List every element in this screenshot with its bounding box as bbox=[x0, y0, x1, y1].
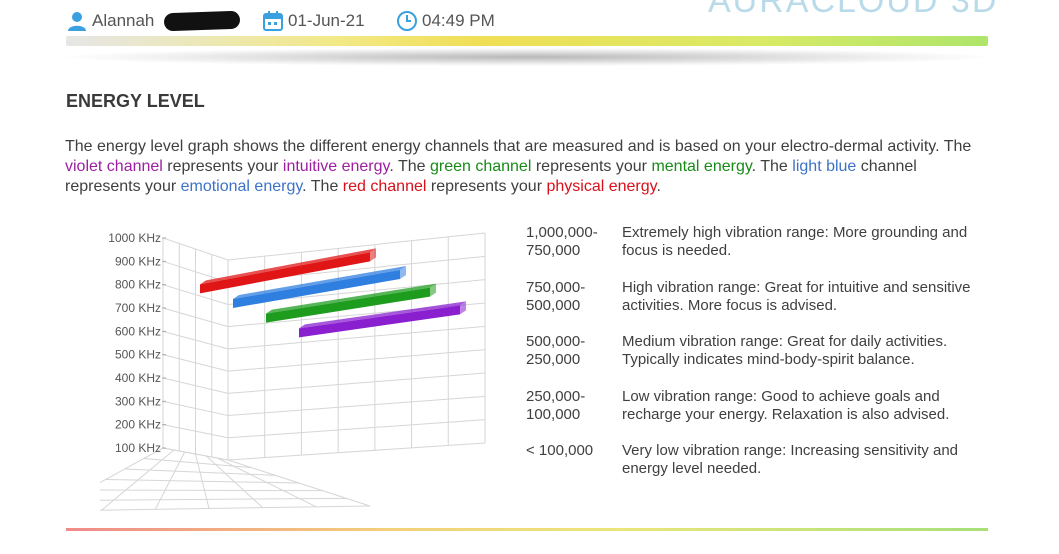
desc-text: represents your bbox=[162, 158, 283, 175]
energy-level-chart: 100 KHz 200 KHz 300 KHz 400 KHz 500 KHz 600 K… bbox=[100, 231, 486, 511]
y-tick-label: 900 KHz bbox=[115, 254, 161, 268]
y-tick-label: 800 KHz bbox=[115, 278, 161, 292]
grid-line bbox=[100, 497, 347, 501]
footer-divider bbox=[66, 528, 988, 531]
range-description: Low vibration range: Good to achieve goa… bbox=[622, 387, 950, 423]
range-description: Extremely high vibration range: More gro… bbox=[622, 224, 968, 259]
y-tick-label: 300 KHz bbox=[115, 394, 161, 408]
desc-mental-energy: mental energy bbox=[651, 158, 752, 175]
calendar-icon bbox=[263, 11, 283, 31]
header-divider bbox=[66, 36, 988, 46]
desc-violet-channel: violet channel bbox=[65, 158, 163, 175]
time-info: 04:49 PM bbox=[396, 10, 495, 32]
y-tick-label: 600 KHz bbox=[115, 324, 161, 338]
y-tick-label: 100 KHz bbox=[115, 441, 161, 455]
range-row: < 100,000 Very low vibration range: Incr… bbox=[526, 442, 996, 497]
section-description: The energy level graph shows the differe… bbox=[65, 137, 995, 197]
desc-light-blue: light blue bbox=[792, 158, 857, 175]
range-row: 1,000,000- 750,000 Extremely high vibrat… bbox=[526, 224, 996, 279]
desc-text: represents your bbox=[426, 178, 547, 195]
vibration-range-list: 1,000,000- 750,000 Extremely high vibrat… bbox=[526, 224, 996, 497]
header-shadow bbox=[66, 48, 988, 66]
range-row: 250,000- 100,000 Low vibration range: Go… bbox=[526, 388, 996, 443]
redacted-surname bbox=[164, 10, 241, 32]
user-icon bbox=[68, 12, 86, 31]
y-tick-label: 1000 KHz bbox=[108, 231, 161, 245]
desc-intuitive-energy: intuitive energy bbox=[282, 158, 390, 175]
range-value: 750,000- 500,000 bbox=[526, 278, 586, 314]
desc-text: . The bbox=[389, 158, 430, 175]
desc-text: . The bbox=[751, 158, 793, 175]
desc-text: The energy level graph shows the differe… bbox=[65, 138, 972, 155]
range-description: Medium vibration range: Great for daily … bbox=[622, 333, 948, 368]
range-value: 500,000- 250,000 bbox=[526, 333, 586, 368]
user-name: Alannah bbox=[92, 11, 155, 30]
desc-physical-energy: physical energy bbox=[546, 178, 657, 195]
date-info: 01-Jun-21 bbox=[262, 10, 365, 32]
report-time: 04:49 PM bbox=[422, 11, 495, 30]
section-title: ENERGY LEVEL bbox=[66, 91, 205, 111]
report-header: Alannah 01-Jun-21 04:49 PM AURACLOUD 3D bbox=[0, 0, 1059, 80]
range-value: 250,000- 100,000 bbox=[526, 387, 586, 423]
desc-green-channel: green channel bbox=[429, 158, 532, 175]
y-tick-label: 500 KHz bbox=[115, 348, 161, 362]
grid-line bbox=[100, 505, 371, 511]
clock-icon bbox=[397, 11, 417, 31]
y-tick-label: 200 KHz bbox=[115, 418, 161, 432]
y-tick-label: 700 KHz bbox=[115, 301, 161, 315]
report-date: 01-Jun-21 bbox=[288, 11, 365, 30]
range-value: < 100,000 bbox=[526, 442, 594, 459]
chart-bars bbox=[200, 248, 466, 338]
brand-logo: AURACLOUD 3D bbox=[708, 0, 999, 20]
y-tick-label: 400 KHz bbox=[115, 371, 161, 385]
desc-emotional-energy: emotional energy bbox=[180, 178, 303, 195]
user-info: Alannah bbox=[66, 10, 241, 32]
range-value: 1,000,000- 750,000 bbox=[526, 224, 598, 259]
desc-text: . The bbox=[302, 178, 343, 195]
desc-text: represents your bbox=[531, 158, 652, 175]
grid-line bbox=[100, 489, 323, 492]
range-description: Very low vibration range: Increasing sen… bbox=[622, 442, 959, 477]
desc-text: . bbox=[656, 178, 661, 195]
range-description: High vibration range: Great for intuitiv… bbox=[622, 278, 971, 314]
range-row: 500,000- 250,000 Medium vibration range:… bbox=[526, 333, 996, 388]
range-row: 750,000- 500,000 High vibration range: G… bbox=[526, 279, 996, 334]
chart-y-ticks: 100 KHz 200 KHz 300 KHz 400 KHz 500 KHz 600 K… bbox=[108, 231, 166, 455]
desc-red-channel: red channel bbox=[342, 178, 427, 195]
